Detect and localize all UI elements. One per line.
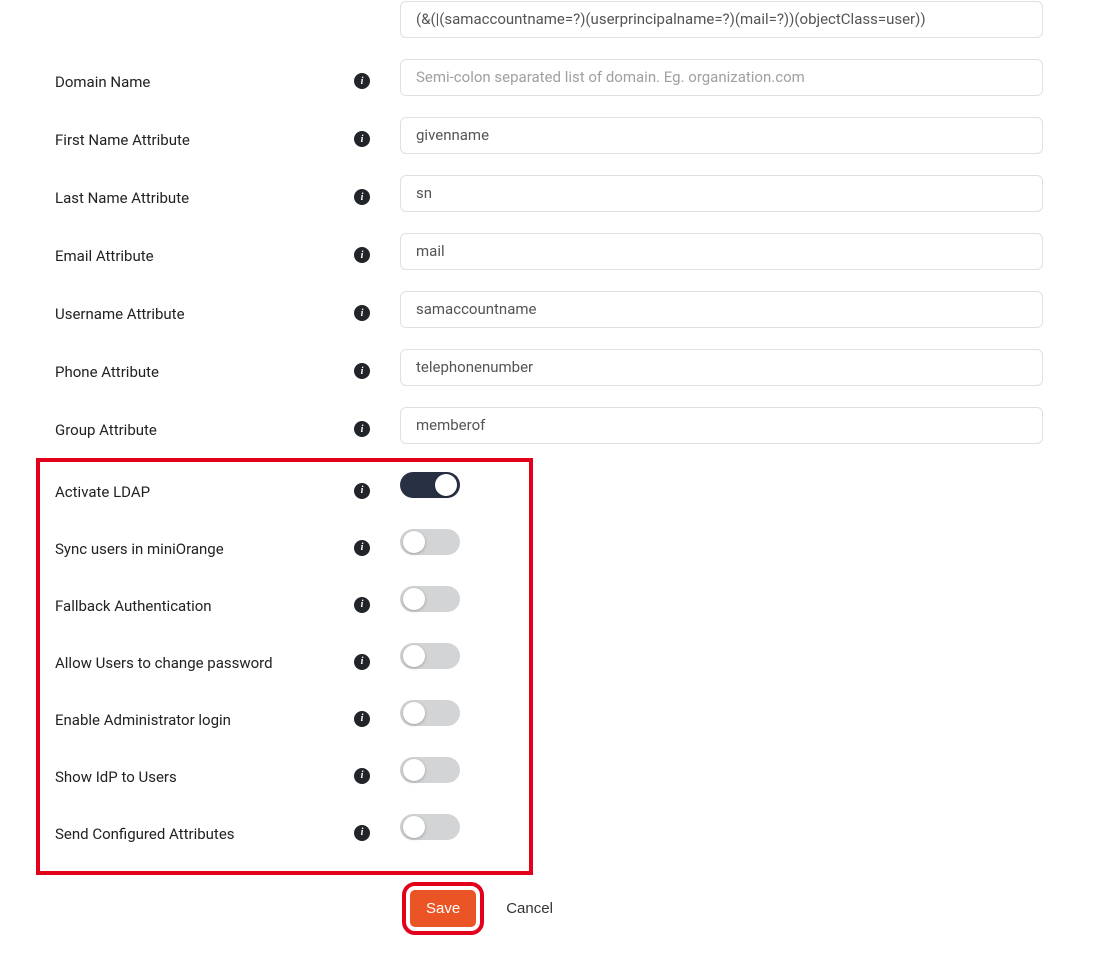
enable-admin-label: Enable Administrator login: [55, 711, 231, 729]
activate-ldap-toggle[interactable]: [400, 472, 460, 498]
username-label: Username Attribute: [55, 305, 185, 323]
info-icon[interactable]: i: [354, 483, 370, 499]
sync-users-toggle[interactable]: [400, 529, 460, 555]
info-icon[interactable]: i: [354, 73, 370, 89]
info-icon[interactable]: i: [354, 189, 370, 205]
phone-label: Phone Attribute: [55, 363, 159, 381]
allow-change-pw-toggle[interactable]: [400, 643, 460, 669]
info-icon[interactable]: i: [354, 711, 370, 727]
show-idp-label: Show IdP to Users: [55, 768, 177, 786]
cancel-button[interactable]: Cancel: [506, 900, 553, 917]
save-button[interactable]: Save: [410, 890, 476, 927]
form-actions: Save Cancel: [410, 890, 1043, 927]
info-icon[interactable]: i: [354, 825, 370, 841]
info-icon[interactable]: i: [354, 131, 370, 147]
info-icon[interactable]: i: [354, 540, 370, 556]
enable-admin-toggle[interactable]: [400, 700, 460, 726]
first-name-input[interactable]: [400, 117, 1043, 154]
last-name-input[interactable]: [400, 175, 1043, 212]
info-icon[interactable]: i: [354, 654, 370, 670]
domain-name-label: Domain Name: [55, 73, 150, 91]
activate-ldap-label: Activate LDAP: [55, 483, 150, 501]
domain-name-input[interactable]: [400, 59, 1043, 96]
last-name-label: Last Name Attribute: [55, 189, 189, 207]
allow-change-pw-label: Allow Users to change password: [55, 654, 273, 672]
first-name-label: First Name Attribute: [55, 131, 190, 149]
fallback-auth-label: Fallback Authentication: [55, 597, 212, 615]
email-input[interactable]: [400, 233, 1043, 270]
info-icon[interactable]: i: [354, 305, 370, 321]
toggle-section-highlight: Activate LDAP i Sync users in miniOrange…: [36, 458, 533, 875]
info-icon[interactable]: i: [354, 247, 370, 263]
info-icon[interactable]: i: [354, 363, 370, 379]
info-icon[interactable]: i: [354, 597, 370, 613]
sync-users-label: Sync users in miniOrange: [55, 540, 224, 558]
email-label: Email Attribute: [55, 247, 154, 265]
info-icon[interactable]: i: [354, 421, 370, 437]
send-attrs-label: Send Configured Attributes: [55, 825, 235, 843]
username-input[interactable]: [400, 291, 1043, 328]
info-icon[interactable]: i: [354, 768, 370, 784]
group-input[interactable]: [400, 407, 1043, 444]
phone-input[interactable]: [400, 349, 1043, 386]
filter-input[interactable]: [400, 1, 1043, 38]
show-idp-toggle[interactable]: [400, 757, 460, 783]
group-label: Group Attribute: [55, 421, 157, 439]
fallback-auth-toggle[interactable]: [400, 586, 460, 612]
